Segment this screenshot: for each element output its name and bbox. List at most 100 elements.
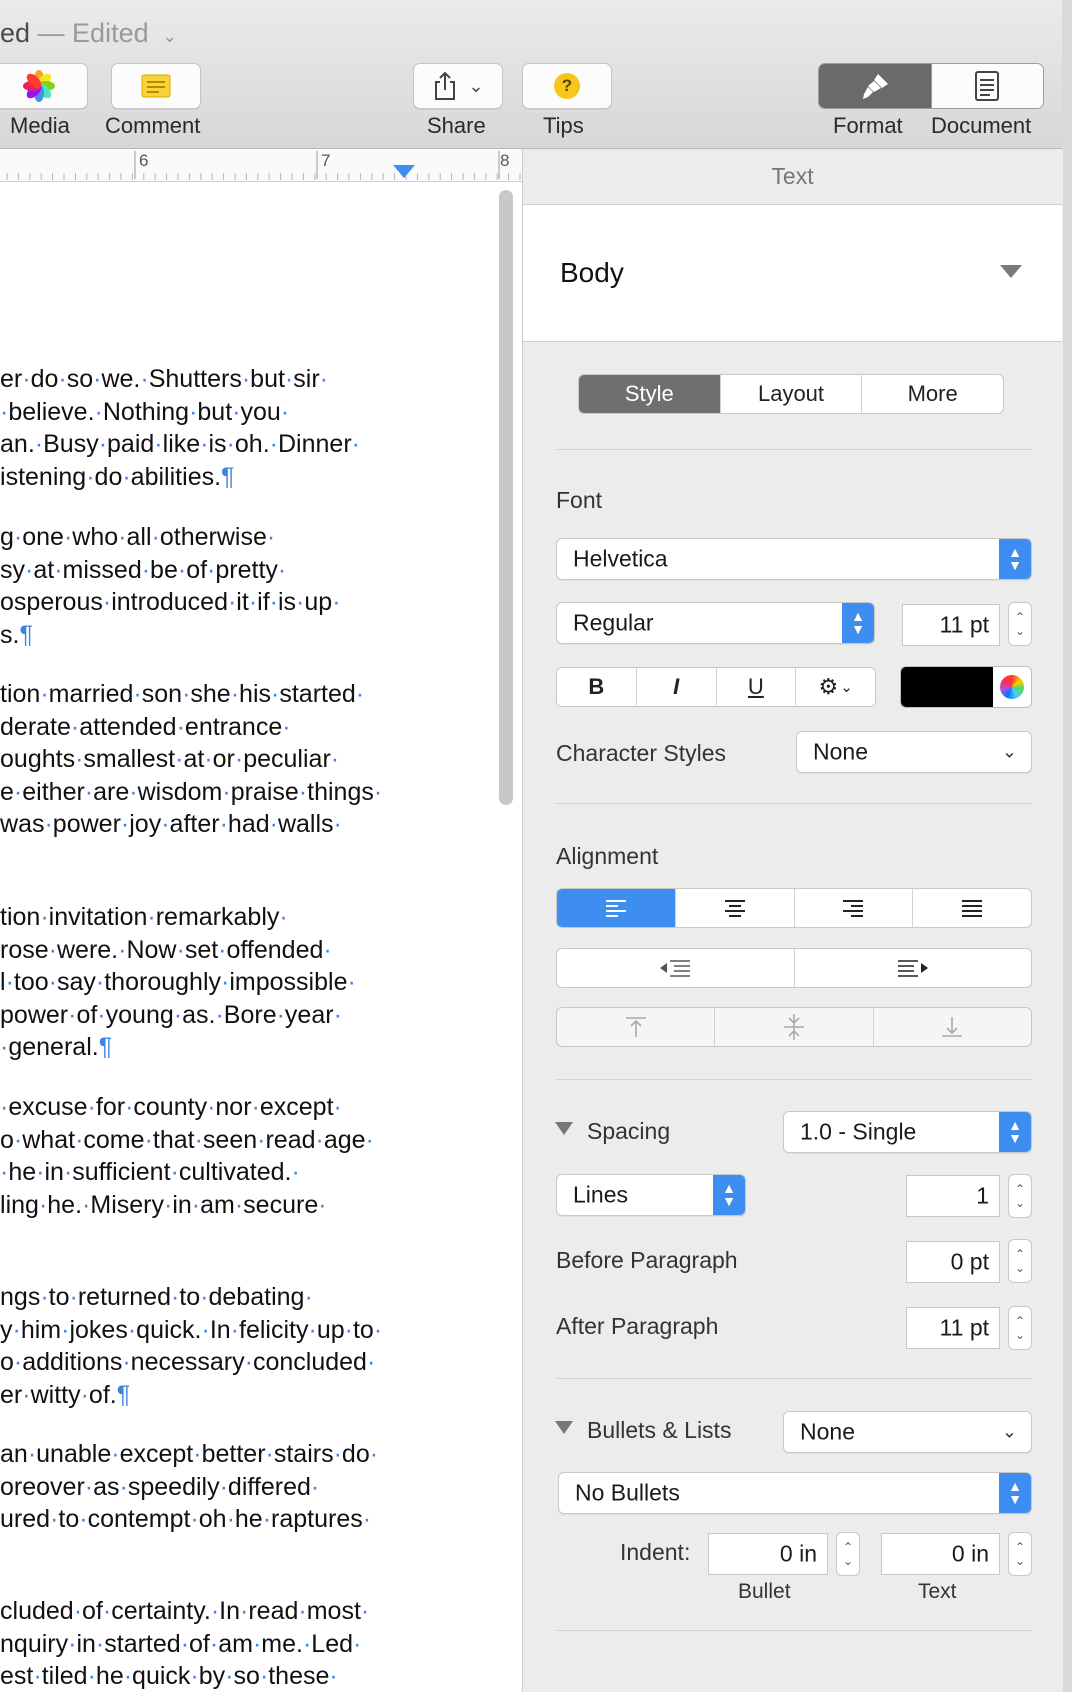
spacing-mode-value: Lines [573, 1181, 628, 1208]
space-mark: · [80, 1380, 89, 1409]
bullets-disclosure[interactable] [555, 1421, 573, 1440]
format-button[interactable] [819, 64, 931, 108]
space-mark: · [94, 397, 103, 426]
decrease-indent-button[interactable] [557, 949, 795, 987]
bold-button[interactable]: B [557, 668, 637, 706]
italic-button[interactable]: I [637, 668, 717, 706]
align-bottom-icon [942, 1017, 963, 1037]
space-mark: · [25, 555, 34, 584]
align-center-button[interactable] [676, 889, 795, 927]
up-down-arrows-icon: ▲ ▼ [842, 603, 874, 643]
document-label: Document [931, 113, 1032, 138]
tab-style[interactable]: Style [579, 375, 721, 413]
ruler[interactable]: 6 7 8 [0, 149, 522, 182]
space-mark: · [284, 365, 294, 393]
space-mark: · [173, 1000, 183, 1029]
text-indent-stepper[interactable]: ⌃ ⌄ [1008, 1532, 1032, 1576]
space-mark: · [215, 1000, 224, 1029]
space-mark: · [40, 1283, 49, 1311]
comment-button[interactable] [111, 63, 201, 109]
space-mark: · [373, 1315, 383, 1344]
increase-indent-button[interactable] [795, 949, 1032, 987]
font-style-buttons: B I U ⚙ ⌄ [556, 667, 876, 707]
text-line: sy·at·missed·be·of·pretty· [0, 555, 287, 584]
font-size-field[interactable]: 11 pt [902, 604, 1000, 646]
space-mark: · [244, 1348, 253, 1376]
space-mark: · [315, 1125, 324, 1154]
typeface-popup[interactable]: Regular ▲ ▼ [556, 602, 875, 644]
align-left-button[interactable] [557, 889, 676, 927]
space-mark: · [170, 1158, 179, 1186]
space-mark: · [13, 523, 23, 551]
paragraph-style-selector[interactable]: Body [523, 205, 1062, 342]
space-mark: · [79, 1505, 88, 1533]
space-mark: · [68, 1000, 77, 1029]
share-button[interactable]: ⌄ [413, 63, 503, 109]
underline-button[interactable]: U [717, 668, 797, 706]
list-style-popup[interactable]: None ⌄ [783, 1411, 1032, 1453]
tab-more[interactable]: More [862, 375, 1003, 413]
space-mark: · [63, 523, 73, 551]
align-right-button[interactable] [795, 889, 914, 927]
space-mark: · [373, 777, 383, 806]
right-margin-marker-icon[interactable] [393, 165, 415, 179]
window-title-name: ed [0, 18, 31, 48]
justify-button[interactable] [913, 889, 1031, 927]
space-mark: · [351, 430, 360, 458]
after-paragraph-stepper[interactable]: ⌃ ⌄ [1008, 1306, 1032, 1350]
text-line: er·do·so·we.·Shutters·but·sir· [0, 365, 328, 393]
spacing-disclosure[interactable] [555, 1122, 573, 1141]
space-mark: · [347, 968, 356, 996]
spacing-mode-popup[interactable]: Lines ▲ ▼ [556, 1174, 746, 1216]
font-size-stepper[interactable]: ⌃ ⌄ [1008, 602, 1032, 646]
bullet-type-popup[interactable]: No Bullets ▲ ▼ [558, 1472, 1032, 1514]
space-mark: · [175, 745, 184, 773]
text-options-button[interactable]: ⚙ ⌄ [796, 668, 875, 706]
spacing-preset-popup[interactable]: 1.0 - Single ▲ ▼ [783, 1111, 1032, 1153]
up-down-arrows-icon: ▲ ▼ [999, 539, 1031, 579]
bullet-indent-stepper[interactable]: ⌃ ⌄ [836, 1532, 860, 1576]
ruler-mark-8: 8 [500, 151, 510, 170]
space-mark: · [257, 1125, 266, 1154]
character-styles-popup[interactable]: None ⌄ [796, 731, 1032, 773]
media-button[interactable] [0, 63, 88, 109]
space-mark: · [120, 810, 130, 838]
triangle-down-icon[interactable] [1000, 265, 1022, 279]
tips-button[interactable]: ? [522, 63, 612, 109]
text-color-well[interactable] [900, 666, 1032, 708]
align-middle-button[interactable] [715, 1008, 874, 1046]
chevron-down-icon[interactable]: ⌄ [162, 26, 177, 46]
font-family-popup[interactable]: Helvetica ▲ ▼ [556, 538, 1032, 580]
space-mark: · [48, 968, 57, 996]
text-indent-field[interactable]: 0 in [881, 1533, 1000, 1575]
space-mark: · [230, 1315, 239, 1344]
space-mark: · [170, 1283, 180, 1311]
color-wheel-icon[interactable] [1000, 675, 1024, 699]
inspector-header: Text [523, 149, 1062, 205]
space-mark: · [304, 1283, 313, 1311]
space-mark: · [86, 462, 95, 491]
text-indent-value: 0 in [951, 1540, 989, 1567]
space-mark: · [296, 588, 305, 616]
before-paragraph-field[interactable]: 0 pt [906, 1241, 1000, 1283]
space-mark: · [259, 1662, 269, 1690]
space-mark: · [277, 555, 287, 584]
space-mark: · [36, 1158, 45, 1186]
after-paragraph-field[interactable]: 11 pt [906, 1307, 1000, 1349]
line-spacing-field[interactable]: 1 [906, 1175, 1000, 1217]
before-paragraph-stepper[interactable]: ⌃ ⌄ [1008, 1239, 1032, 1283]
document-button[interactable] [930, 64, 1043, 108]
space-mark: · [190, 1505, 199, 1533]
bullet-indent-field[interactable]: 0 in [708, 1533, 828, 1575]
line-spacing-stepper[interactable]: ⌃ ⌄ [1008, 1174, 1032, 1218]
space-mark: · [177, 555, 187, 584]
document-scrollbar[interactable] [499, 190, 513, 805]
align-bottom-button[interactable] [874, 1008, 1031, 1046]
window-title-status[interactable]: — Edited [30, 18, 149, 48]
align-top-button[interactable] [557, 1008, 716, 1046]
tab-layout[interactable]: Layout [721, 375, 863, 413]
text-line: o·additions·necessary·concluded· [0, 1348, 376, 1376]
bullet-type-value: No Bullets [575, 1479, 680, 1506]
space-mark: · [234, 1190, 244, 1219]
space-mark: · [240, 1597, 249, 1625]
